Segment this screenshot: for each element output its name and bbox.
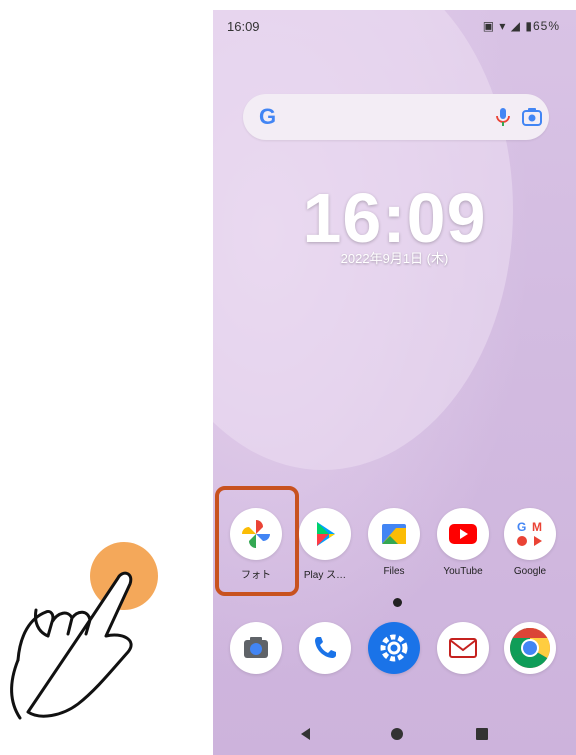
app-youtube[interactable]: YouTube [430, 508, 496, 577]
app-files[interactable]: Files [361, 508, 427, 577]
svg-text:G: G [517, 520, 526, 534]
youtube-icon [437, 508, 489, 560]
status-time: 16:09 [227, 19, 260, 34]
google-search-bar[interactable]: G [243, 94, 549, 140]
home-button[interactable] [391, 728, 403, 740]
mail-icon [437, 622, 489, 674]
camera-icon [230, 622, 282, 674]
app-phone[interactable] [292, 622, 358, 674]
app-label: YouTube [443, 566, 483, 577]
battery-percent: 65% [532, 19, 560, 33]
app-play-store[interactable]: Play ス… [292, 508, 358, 581]
app-google-folder[interactable]: G M Google [497, 508, 563, 577]
page-indicator-dot [393, 598, 402, 607]
home-date: 2022年9月1日 (木) [340, 251, 449, 266]
app-camera[interactable] [223, 622, 289, 674]
lens-camera-icon[interactable] [520, 105, 544, 129]
app-label: Google [513, 566, 547, 577]
phone-screen: 16:09 ▣ ▾ ◢ ▮65% G 16:09 2022年9月1日 (木) フ… [213, 10, 576, 755]
home-clock[interactable]: 16:09 [213, 178, 576, 258]
app-label: Files [383, 566, 405, 577]
recents-button[interactable] [476, 728, 488, 740]
settings-icon [368, 622, 420, 674]
app-label: Play ス… [303, 570, 347, 581]
app-settings[interactable] [361, 622, 427, 674]
app-chrome[interactable] [497, 622, 563, 674]
navigation-bar [213, 720, 576, 750]
battery-icon: ▮ [525, 19, 533, 33]
phone-icon [299, 622, 351, 674]
status-bar: 16:09 ▣ ▾ ◢ ▮65% [213, 10, 576, 42]
app-mail[interactable] [430, 622, 496, 674]
play-store-icon [299, 508, 351, 560]
photos-highlight-box [215, 486, 299, 596]
mic-icon[interactable] [491, 105, 515, 129]
google-folder-icon: G M [504, 508, 556, 560]
svg-text:M: M [532, 520, 542, 534]
status-icons: ▣ ▾ ◢ ▮65% [483, 19, 560, 33]
signal-icon: ◢ [510, 19, 522, 33]
wifi-icon: ▾ [499, 19, 507, 33]
tap-hand-illustration [10, 542, 158, 720]
google-logo-icon: G [259, 104, 277, 129]
nfc-icon: ▣ [482, 19, 496, 33]
files-icon [368, 508, 420, 560]
back-button[interactable] [301, 728, 310, 740]
chrome-icon [504, 622, 556, 674]
